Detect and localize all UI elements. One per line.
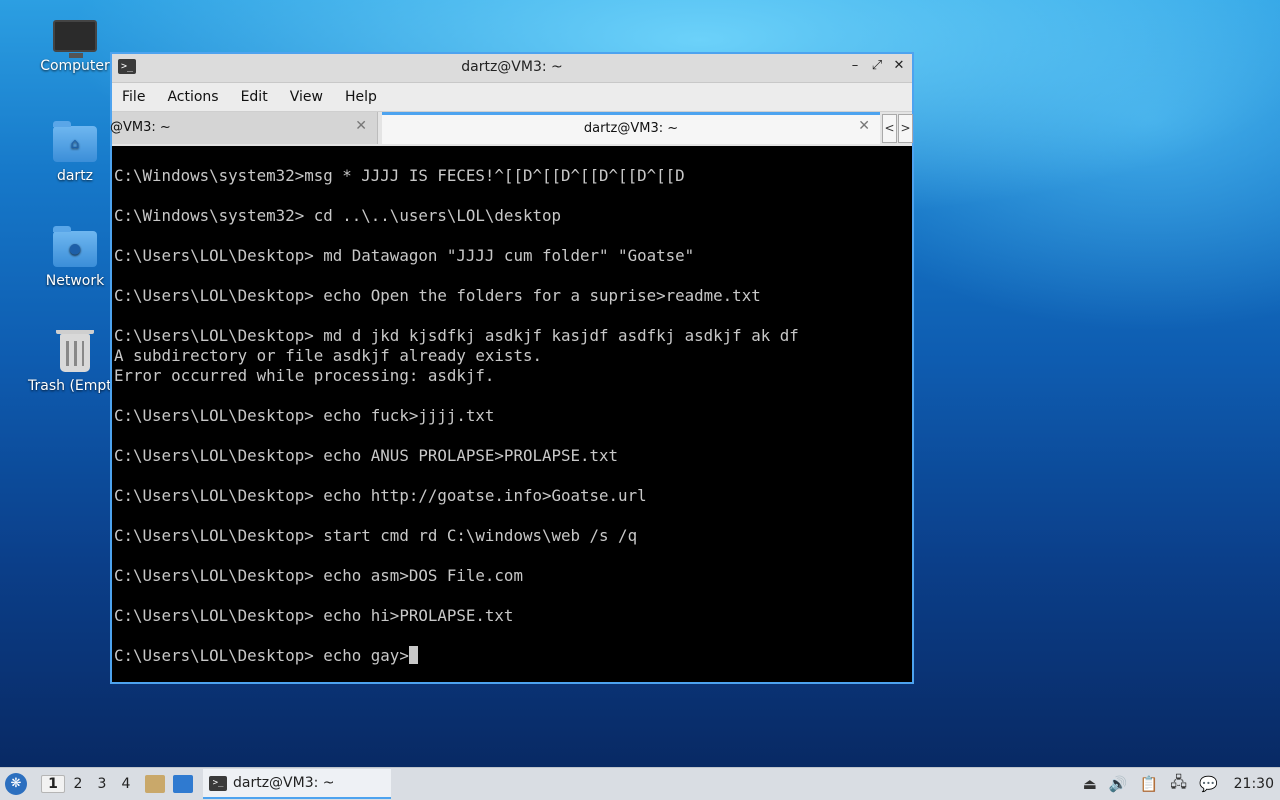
app-menu-icon[interactable]: ❋ [5,773,27,795]
tab-label: dartz@VM3: ~ [583,121,679,136]
network-folder-icon: ● [53,226,97,267]
minimize-button[interactable]: – [848,58,862,73]
tab-prev-button[interactable]: < [882,114,897,143]
terminal-line: C:\Users\LOL\Desktop> echo ANUS PROLAPSE… [114,446,619,465]
menu-bar: File Actions Edit View Help [112,83,912,111]
eject-icon[interactable]: ⏏ [1083,775,1097,793]
clock[interactable]: 21:30 [1234,776,1274,792]
notification-icon[interactable]: 💬 [1199,775,1218,793]
terminal-window: >_ dartz@VM3: ~ – ⤢ ✕ File Actions Edit … [110,52,914,684]
menu-edit[interactable]: Edit [241,89,268,105]
file-manager-icon[interactable] [145,775,165,793]
system-tray: ⏏ 🔊 📋 🖧 💬 21:30 [1071,768,1280,800]
terminal-line: C:\Users\LOL\Desktop> echo asm>DOS File.… [114,566,523,585]
terminal-line: C:\Users\LOL\Desktop> md Datawagon "JJJJ… [114,246,695,265]
desktop-icon-dartz[interactable]: ⌂ dartz [27,120,123,184]
desktop-icon-trash[interactable]: Trash (Empty) [22,330,114,394]
workspace-1[interactable]: 1 [41,775,65,793]
terminal-history: C:\Windows\system32>msg * JJJJ IS FECES!… [114,166,799,625]
tab-close-icon[interactable]: ✕ [355,118,367,134]
menu-actions[interactable]: Actions [167,89,218,105]
terminal-line: C:\Users\LOL\Desktop> echo http://goatse… [114,486,647,505]
terminal-line: C:\Users\LOL\Desktop> echo hi>PROLAPSE.t… [114,606,514,625]
tab-close-icon[interactable]: ✕ [858,118,870,134]
terminal-line: C:\Windows\system32>msg * JJJJ IS FECES!… [114,166,685,185]
workspace-4[interactable]: 4 [115,776,137,792]
terminal-line: C:\Users\LOL\Desktop> md d jkd kjsdfkj a… [114,326,799,345]
tab-label: @VM3: ~ [110,120,171,135]
menu-file[interactable]: File [122,89,145,105]
terminal-prompt: C:\Users\LOL\Desktop> echo gay> [114,646,409,665]
workspace-2[interactable]: 2 [67,776,89,792]
tab-next-button[interactable]: > [898,114,913,143]
terminal-output: C:\Windows\system32>msg * JJJJ IS FECES!… [112,146,912,666]
taskbar-item-label: dartz@VM3: ~ [233,775,335,791]
menu-help[interactable]: Help [345,89,377,105]
tab-bar: @VM3: ~ ✕ dartz@VM3: ~ ✕ < > [110,111,913,146]
terminal-cursor [408,646,418,664]
taskbar: ❋ 1 2 3 4 >_ dartz@VM3: ~ ⏏ 🔊 📋 🖧 💬 21:3… [0,767,1280,800]
home-folder-icon: ⌂ [53,121,97,162]
menu-view[interactable]: View [290,89,323,105]
desktop-icon-label: Network [45,273,105,289]
terminal-line: C:\Windows\system32> cd ..\..\users\LOL\… [114,206,561,225]
taskbar-item-terminal[interactable]: >_ dartz@VM3: ~ [203,769,391,799]
desktop-icon-computer[interactable]: Computer [27,14,123,74]
close-button[interactable]: ✕ [892,58,906,73]
terminal-task-icon: >_ [209,775,227,791]
window-title: dartz@VM3: ~ [461,59,563,75]
terminal-line: C:\Users\LOL\Desktop> echo Open the fold… [114,286,761,305]
show-desktop-icon[interactable] [173,775,193,793]
tab-inactive[interactable]: @VM3: ~ ✕ [110,112,378,144]
computer-icon [53,20,97,58]
network-status-icon[interactable]: 🖧 [1170,772,1187,797]
terminal-area[interactable]: C:\Windows\system32>msg * JJJJ IS FECES!… [112,146,912,682]
desktop-icon-label: Trash (Empty) [28,378,114,394]
terminal-line: C:\Users\LOL\Desktop> echo fuck>jjjj.txt [114,406,495,425]
clipboard-icon[interactable]: 📋 [1140,775,1159,793]
desktop-icon-network[interactable]: ● Network [27,225,123,289]
workspace-3[interactable]: 3 [91,776,113,792]
desktop-icon-label: Computer [40,58,110,74]
tab-active[interactable]: dartz@VM3: ~ ✕ [382,112,880,144]
terminal-line: A subdirectory or file asdkjf already ex… [114,346,542,365]
maximize-button[interactable]: ⤢ [870,58,884,73]
volume-icon[interactable]: 🔊 [1109,775,1128,793]
trash-icon [56,330,94,372]
desktop-icon-label: dartz [56,168,94,184]
window-titlebar[interactable]: >_ dartz@VM3: ~ – ⤢ ✕ [112,54,912,83]
terminal-line: C:\Users\LOL\Desktop> start cmd rd C:\wi… [114,526,638,545]
terminal-line: Error occurred while processing: asdkjf. [114,366,495,385]
